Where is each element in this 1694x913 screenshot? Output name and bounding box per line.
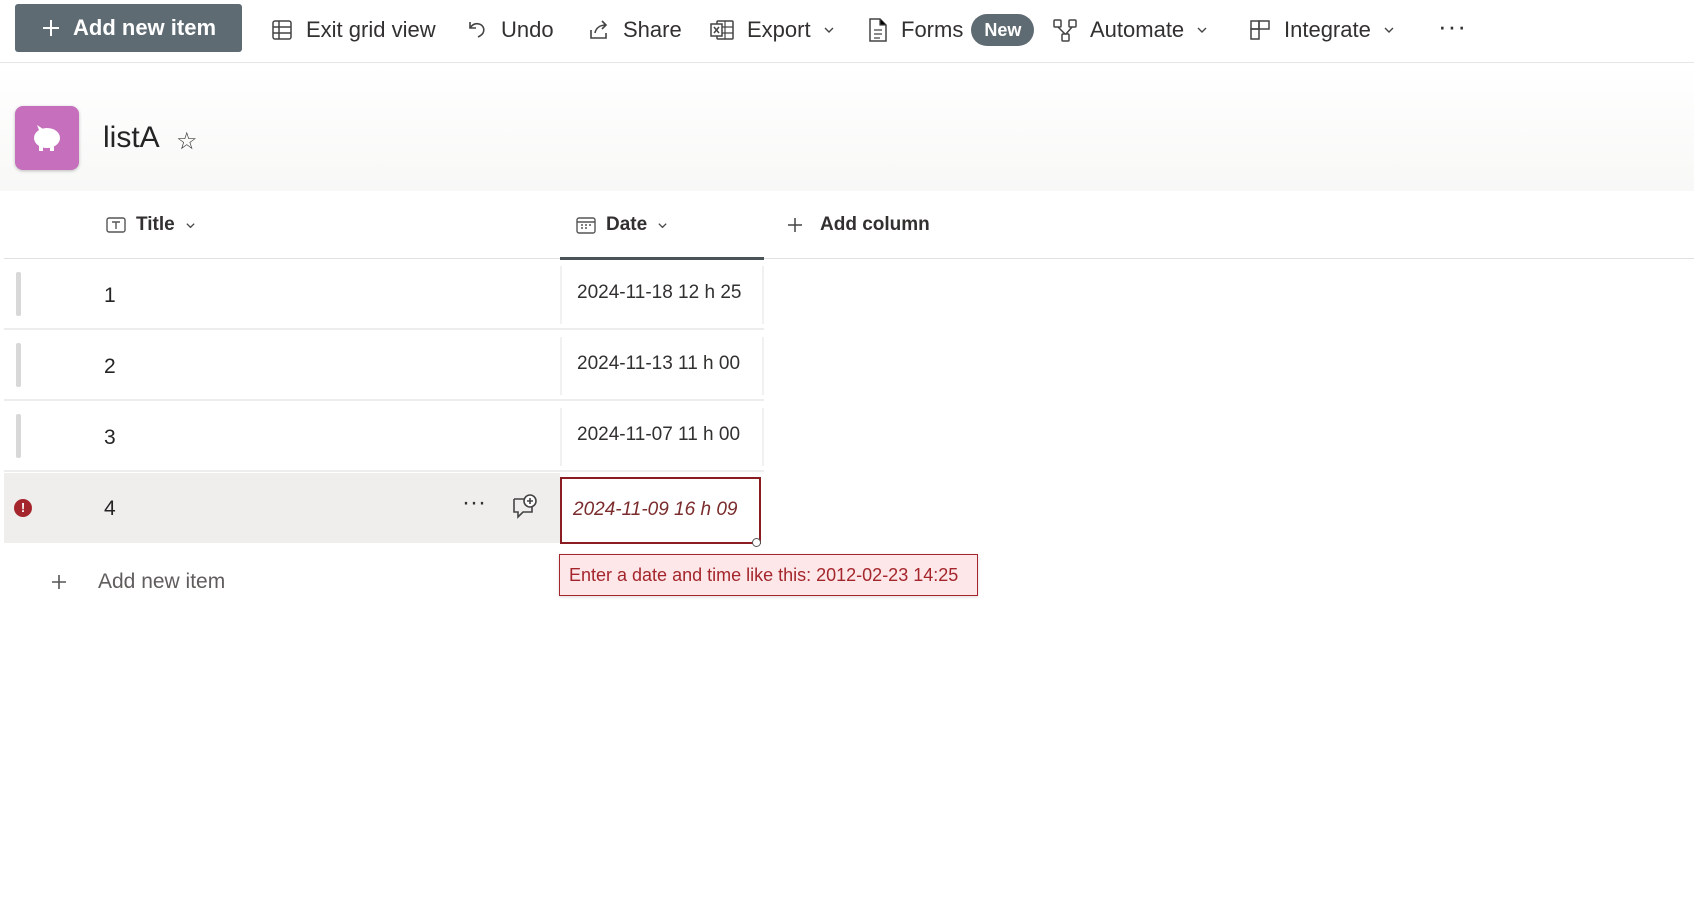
row-title-cell[interactable]: 3: [104, 426, 116, 450]
list-grid: Title Date Add column 1 2024-11-18 12 h …: [4, 191, 1694, 913]
automate-label: Automate: [1090, 17, 1185, 42]
row-selector[interactable]: [16, 343, 21, 387]
row-title-cell[interactable]: 1: [104, 284, 116, 308]
column-header-row: Title Date Add column: [4, 191, 1694, 260]
add-column-label: Add column: [820, 214, 930, 235]
row-selector[interactable]: [16, 272, 21, 316]
integrate-button[interactable]: Integrate: [1248, 10, 1395, 50]
grid-icon: [272, 20, 292, 40]
row-title-cell[interactable]: 4: [104, 497, 116, 521]
undo-icon: [469, 22, 485, 38]
export-label: Export: [747, 17, 811, 42]
date-edit-field[interactable]: 2024-11-09 16 h 09: [560, 477, 761, 544]
add-comment-icon[interactable]: [510, 493, 538, 526]
exit-grid-view-label: Exit grid view: [306, 17, 436, 42]
add-new-item-row-label: Add new item: [98, 570, 226, 593]
share-button[interactable]: Share: [587, 10, 682, 50]
chevron-down-icon: [824, 27, 834, 33]
plus-icon: [43, 20, 59, 36]
share-label: Share: [623, 17, 682, 42]
piggy-bank-icon: [15, 106, 79, 170]
flow-icon: [1053, 19, 1077, 42]
row-date-cell[interactable]: 2024-11-07 11 h 00: [560, 408, 764, 466]
table-row[interactable]: 2 2024-11-13 11 h 00: [4, 331, 764, 401]
row-selector[interactable]: [16, 414, 21, 458]
undo-label: Undo: [501, 17, 554, 42]
chevron-down-icon: [1197, 27, 1207, 33]
table-row[interactable]: 1 2024-11-18 12 h 25: [4, 260, 764, 330]
integrate-label: Integrate: [1284, 17, 1371, 42]
add-column-button[interactable]: Add column: [786, 191, 930, 259]
table-row-editing[interactable]: ! 4 ···: [4, 473, 560, 543]
add-new-item-button[interactable]: Add new item: [15, 4, 242, 52]
export-button[interactable]: Export: [709, 10, 835, 50]
validation-error-tooltip: Enter a date and time like this: 2012-02…: [559, 554, 978, 596]
more-options-icon[interactable]: ···: [1438, 6, 1467, 46]
column-title-label: Title: [136, 214, 175, 235]
table-row[interactable]: 3 2024-11-07 11 h 00: [4, 402, 764, 472]
share-icon: [590, 20, 608, 39]
excel-icon: [710, 20, 734, 40]
row-date-cell[interactable]: 2024-11-13 11 h 00: [560, 337, 764, 395]
column-header-date[interactable]: Date: [576, 191, 668, 259]
forms-label: Forms: [901, 17, 964, 42]
integrate-icon: [1250, 20, 1270, 40]
more-actions-icon[interactable]: ···: [462, 489, 486, 517]
add-new-item-label: Add new item: [73, 15, 217, 40]
plus-icon: [788, 218, 802, 232]
column-date-label: Date: [606, 214, 648, 235]
text-field-icon: [106, 217, 126, 233]
row-date-cell[interactable]: 2024-11-18 12 h 25: [560, 266, 764, 324]
exit-grid-view-button[interactable]: Exit grid view: [270, 10, 436, 50]
new-badge: New: [971, 14, 1035, 46]
calendar-icon: [576, 217, 596, 234]
forms-button[interactable]: Forms New: [867, 10, 1035, 50]
document-icon: [869, 18, 887, 42]
favorite-star-icon[interactable]: ☆: [176, 127, 198, 156]
list-title: listA: [103, 121, 160, 154]
chevron-down-icon: [1384, 27, 1394, 33]
automate-button[interactable]: Automate: [1052, 10, 1208, 50]
undo-button[interactable]: Undo: [465, 10, 554, 50]
column-header-title[interactable]: Title: [106, 191, 196, 259]
list-header: [0, 64, 1694, 191]
plus-icon: [52, 575, 66, 589]
fill-handle[interactable]: [752, 538, 761, 547]
add-new-item-row-button[interactable]: Add new item: [50, 570, 225, 594]
chevron-down-icon: [186, 222, 195, 228]
error-icon: !: [14, 499, 32, 517]
command-bar: Add new item Exit grid view Undo Share E…: [0, 0, 1694, 63]
chevron-down-icon: [658, 222, 667, 228]
row-title-cell[interactable]: 2: [104, 355, 116, 379]
